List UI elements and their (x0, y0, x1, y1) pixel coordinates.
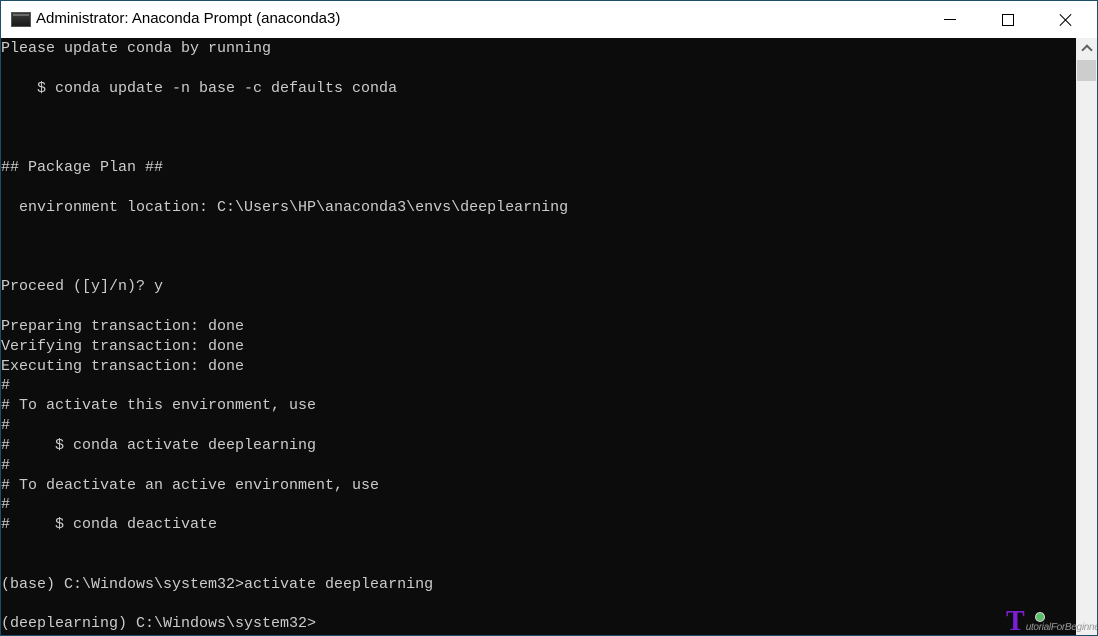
console-line: # $ conda deactivate (1, 516, 218, 534)
minimize-icon (944, 19, 956, 20)
console-line: # (1, 377, 11, 395)
chevron-up-icon (1080, 44, 1093, 56)
console-line: (base) C:\Windows\system32>activate deep… (1, 575, 434, 593)
watermark-logo-letter: T (1006, 606, 1025, 636)
close-button[interactable] (1043, 1, 1089, 38)
console-line: # (1, 417, 11, 435)
console-line: (deeplearning) C:\Windows\system32> (1, 615, 317, 633)
console-line: Preparing transaction: done (1, 317, 245, 335)
console-line: # $ conda activate deeplearning (1, 436, 317, 454)
window-title: Administrator: Anaconda Prompt (anaconda… (36, 10, 341, 27)
console-line: # To activate this environment, use (1, 397, 317, 415)
maximize-button[interactable] (985, 1, 1031, 38)
scroll-up-button[interactable] (1076, 38, 1097, 58)
watermark: T utorialForBeginner (1006, 606, 1098, 636)
console-line: # (1, 456, 11, 474)
maximize-icon (1002, 13, 1014, 26)
console-line: Verifying transaction: done (1, 337, 245, 355)
console-line: Proceed ([y]/n)? y (1, 278, 164, 296)
console-line: Executing transaction: done (1, 357, 245, 375)
close-icon (1059, 13, 1073, 27)
console-line: $ conda update -n base -c defaults conda (1, 79, 398, 97)
scroll-thumb[interactable] (1077, 60, 1096, 81)
title-bar[interactable]: Administrator: Anaconda Prompt (anaconda… (1, 1, 1097, 38)
terminal-window: Administrator: Anaconda Prompt (anaconda… (0, 0, 1098, 636)
console-line: # To deactivate an active environment, u… (1, 476, 380, 494)
console-line: ## Package Plan ## (1, 159, 164, 177)
watermark-dot-icon (1035, 612, 1045, 622)
minimize-button[interactable] (927, 1, 973, 38)
console-icon[interactable] (11, 12, 31, 27)
console-output[interactable]: Please update conda by running $ conda u… (1, 38, 1076, 635)
console-line: # (1, 496, 11, 514)
watermark-text: utorialForBeginner (1025, 622, 1098, 633)
console-line: Please update conda by running (1, 40, 272, 57)
console-line: environment location: C:\Users\HP\anacon… (1, 198, 569, 216)
vertical-scrollbar[interactable] (1076, 38, 1097, 635)
